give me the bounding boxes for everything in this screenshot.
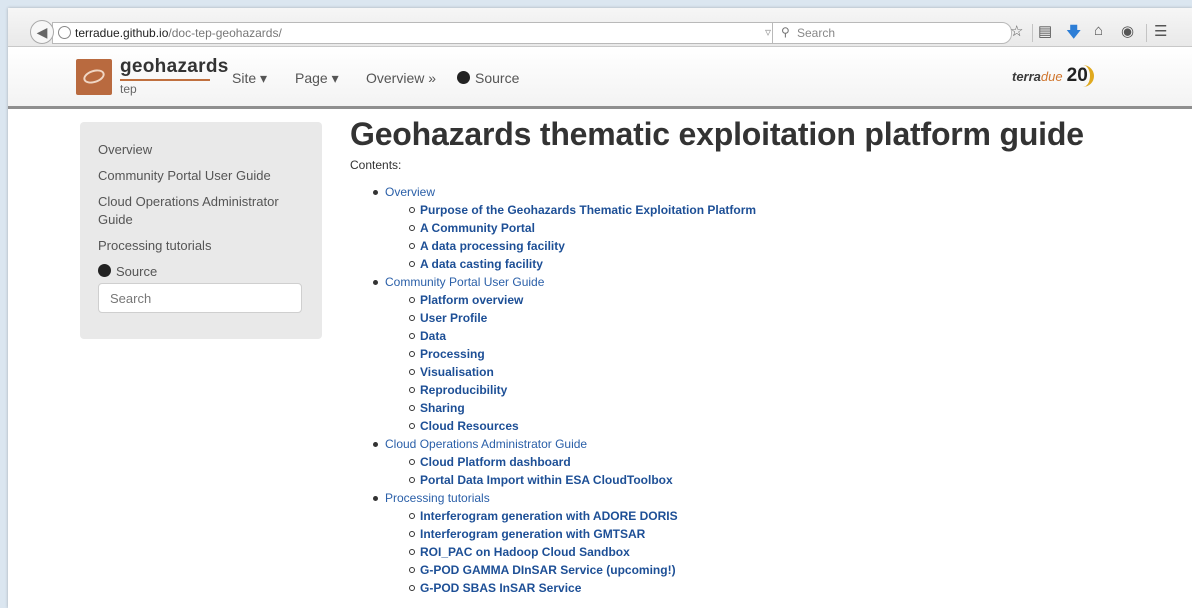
- toc-link[interactable]: Data: [420, 329, 446, 343]
- toc-subitem: A Community Portal: [385, 219, 1150, 237]
- toc-link[interactable]: ROI_PAC on Hadoop Cloud Sandbox: [420, 545, 630, 559]
- toc-link[interactable]: A Community Portal: [420, 221, 535, 235]
- toc-link[interactable]: Reproducibility: [420, 383, 507, 397]
- toc-link-cloud-operations[interactable]: Cloud Operations Administrator Guide: [385, 437, 587, 451]
- sidebar-item-community-portal[interactable]: Community Portal User Guide: [98, 167, 271, 185]
- reading-list-icon[interactable]: ▤: [1038, 22, 1052, 40]
- toc-link[interactable]: Interferogram generation with GMTSAR: [420, 527, 645, 541]
- brand-name: geohazards: [120, 56, 229, 77]
- toc-link[interactable]: Processing: [420, 347, 485, 361]
- globe-icon: [58, 26, 71, 39]
- toc-link[interactable]: A data casting facility: [420, 257, 543, 271]
- brand-subtitle: tep: [120, 82, 137, 96]
- search-icon: ⚲: [781, 25, 790, 39]
- toc-subitem: Purpose of the Geohazards Thematic Explo…: [385, 201, 1150, 219]
- home-icon[interactable]: ⌂: [1094, 22, 1103, 39]
- browser-search-placeholder: Search: [797, 26, 836, 40]
- url-path: /doc-tep-geohazards/: [168, 26, 282, 40]
- toc-link[interactable]: Purpose of the Geohazards Thematic Explo…: [420, 203, 756, 217]
- terradue-logo[interactable]: terradue 20: [1012, 65, 1094, 87]
- toc-section: Cloud Operations Administrator Guide Clo…: [350, 435, 1150, 489]
- toc-subitem: Sharing: [385, 399, 1150, 417]
- toc-section: Overview Purpose of the Geohazards Thema…: [350, 183, 1150, 273]
- toc-link[interactable]: Cloud Resources: [420, 419, 519, 433]
- sidebar-item-processing-tutorials[interactable]: Processing tutorials: [98, 237, 211, 255]
- url-bar[interactable]: terradue.github.io/doc-tep-geohazards/ ▿…: [52, 22, 792, 44]
- toc-link[interactable]: Cloud Platform dashboard: [420, 455, 571, 469]
- nav-source-link[interactable]: Source: [457, 70, 519, 86]
- toc-subitem: G-POD SBAS InSAR Service: [385, 579, 1150, 597]
- toc-link[interactable]: Visualisation: [420, 365, 494, 379]
- toc-link[interactable]: Interferogram generation with ADORE DORI…: [420, 509, 678, 523]
- toc-link-community-portal[interactable]: Community Portal User Guide: [385, 275, 544, 289]
- toc-link[interactable]: Sharing: [420, 401, 465, 415]
- sidebar-item-overview[interactable]: Overview: [98, 141, 152, 159]
- sidebar-source-label: Source: [116, 264, 158, 279]
- geohazards-logo[interactable]: [76, 59, 112, 95]
- toc-link-overview[interactable]: Overview: [385, 185, 435, 199]
- menu-icon[interactable]: ☰: [1154, 22, 1167, 40]
- toolbar-divider: [1032, 24, 1033, 42]
- toc-subitem: G-POD GAMMA DInSAR Service (upcoming!): [385, 561, 1150, 579]
- sidebar-item-cloud-operations[interactable]: Cloud Operations Administrator Guide: [98, 193, 298, 229]
- toc-subitem: Visualisation: [385, 363, 1150, 381]
- toc-subitem: Platform overview: [385, 291, 1150, 309]
- toc-subitem: Processing: [385, 345, 1150, 363]
- terradue-logo-badge: 20: [1067, 65, 1094, 87]
- terradue-logo-terra: terra: [1012, 69, 1041, 84]
- logo-ring-icon: [81, 66, 107, 87]
- back-icon[interactable]: ◀: [30, 20, 54, 44]
- nav-overview-link[interactable]: Overview »: [366, 70, 436, 86]
- url-text[interactable]: terradue.github.io/doc-tep-geohazards/: [75, 26, 282, 40]
- download-icon[interactable]: 🡇: [1066, 22, 1081, 47]
- toc-subitem: User Profile: [385, 309, 1150, 327]
- toc-subitem: Portal Data Import within ESA CloudToolb…: [385, 471, 1150, 489]
- brand[interactable]: geohazards tep: [120, 56, 229, 96]
- toc-link[interactable]: Platform overview: [420, 293, 523, 307]
- toc-subitem: ROI_PAC on Hadoop Cloud Sandbox: [385, 543, 1150, 561]
- page-title: Geohazards thematic exploitation platfor…: [350, 116, 1084, 152]
- toc-link[interactable]: G-POD SBAS InSAR Service: [420, 581, 581, 595]
- url-host: terradue.github.io: [75, 26, 169, 40]
- toolbar-divider: [1146, 24, 1147, 42]
- browser-search-input[interactable]: ⚲ Search: [772, 22, 1012, 44]
- toc-subitem: Data: [385, 327, 1150, 345]
- github-icon: [457, 71, 470, 84]
- chat-icon[interactable]: ◉: [1121, 22, 1134, 40]
- toc-subitem: Cloud Resources: [385, 417, 1150, 435]
- nav-site-dropdown[interactable]: Site ▾: [232, 70, 267, 87]
- sidebar-item-source[interactable]: Source: [98, 263, 157, 281]
- toc-section: Community Portal User Guide Platform ove…: [350, 273, 1150, 435]
- brand-underline: [120, 79, 210, 81]
- table-of-contents: Overview Purpose of the Geohazards Thema…: [350, 183, 1150, 597]
- toc-subitem: A data processing facility: [385, 237, 1150, 255]
- toc-link[interactable]: G-POD GAMMA DInSAR Service (upcoming!): [420, 563, 676, 577]
- toc-subitem: A data casting facility: [385, 255, 1150, 273]
- toc-link[interactable]: A data processing facility: [420, 239, 565, 253]
- sidebar: Overview Community Portal User Guide Clo…: [80, 122, 322, 339]
- toc-subitem: Cloud Platform dashboard: [385, 453, 1150, 471]
- sidebar-search-input[interactable]: [98, 283, 302, 313]
- browser-toolbar: terradue.github.io/doc-tep-geohazards/ ▿…: [8, 8, 1192, 47]
- browser-window: terradue.github.io/doc-tep-geohazards/ ▿…: [8, 8, 1192, 608]
- toc-link[interactable]: Portal Data Import within ESA CloudToolb…: [420, 473, 673, 487]
- terradue-logo-text: terradue: [1012, 69, 1063, 84]
- site-navbar: geohazards tep Site ▾ Page ▾ Overview » …: [8, 47, 1192, 109]
- nav-page-dropdown[interactable]: Page ▾: [295, 70, 339, 87]
- toc-section: Processing tutorials Interferogram gener…: [350, 489, 1150, 597]
- github-icon: [98, 264, 111, 277]
- toc-subitem: Reproducibility: [385, 381, 1150, 399]
- contents-label: Contents:: [350, 158, 402, 172]
- toc-link[interactable]: User Profile: [420, 311, 487, 325]
- toc-subitem: Interferogram generation with ADORE DORI…: [385, 507, 1150, 525]
- bookmark-star-icon[interactable]: ☆: [1010, 22, 1023, 40]
- terradue-logo-due: due: [1040, 69, 1063, 84]
- nav-source-label: Source: [475, 70, 520, 86]
- toc-subitem: Interferogram generation with GMTSAR: [385, 525, 1150, 543]
- toc-link-processing-tutorials[interactable]: Processing tutorials: [385, 491, 490, 505]
